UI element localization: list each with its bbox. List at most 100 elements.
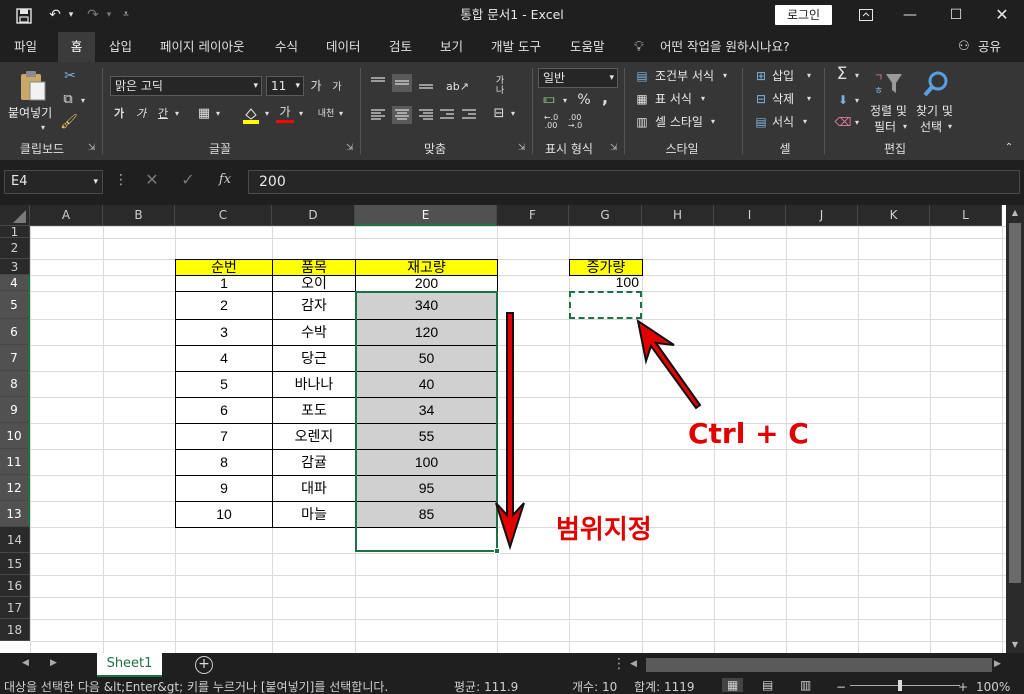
table-cell[interactable]: 100: [355, 449, 498, 476]
column-header-e[interactable]: E: [355, 205, 497, 226]
chevron-down-icon[interactable]: ▾: [253, 77, 258, 95]
cell-styles-dropdown-icon[interactable]: ▾: [708, 114, 718, 130]
table-cell[interactable]: 감귤: [272, 449, 356, 476]
normal-view-icon[interactable]: ▦: [722, 678, 744, 692]
collapse-ribbon-icon[interactable]: ⌃: [1002, 140, 1016, 156]
vertical-scrollbar[interactable]: ▲ ▼: [1006, 205, 1024, 653]
increase-decimal-button[interactable]: ←.0 .00: [540, 114, 562, 130]
column-header-b[interactable]: B: [103, 205, 175, 226]
table-cell[interactable]: 4: [175, 345, 273, 372]
ribbon-display-options-icon[interactable]: [852, 0, 880, 32]
page-layout-view-icon[interactable]: ▤: [762, 678, 773, 692]
insert-dropdown-icon[interactable]: ▾: [804, 68, 814, 84]
delete-dropdown-icon[interactable]: ▾: [804, 91, 814, 107]
undo-dropdown-icon[interactable]: ▾: [64, 0, 78, 30]
autosum-icon[interactable]: Σ: [832, 66, 852, 83]
conditional-formatting-dropdown-icon[interactable]: ▾: [720, 68, 730, 84]
row-header-11[interactable]: 11: [0, 449, 30, 475]
table-cell[interactable]: 40: [355, 371, 498, 398]
font-color-button[interactable]: 가: [276, 104, 294, 123]
zoom-slider[interactable]: [850, 685, 960, 686]
customize-qat-icon[interactable]: ⩡: [118, 0, 134, 30]
format-dropdown-icon[interactable]: ▾: [800, 114, 810, 130]
row-header-7[interactable]: 7: [0, 345, 30, 371]
row-header-17[interactable]: 17: [0, 597, 30, 619]
copy-icon[interactable]: ⧉: [60, 92, 76, 108]
conditional-formatting-button[interactable]: 조건부 서식: [655, 67, 714, 85]
row-header-8[interactable]: 8: [0, 371, 30, 397]
column-header-j[interactable]: J: [786, 205, 858, 226]
chevron-down-icon[interactable]: ▾: [295, 77, 300, 95]
tab-help[interactable]: 도움말: [570, 32, 605, 62]
borders-dropdown-icon[interactable]: ▾: [213, 106, 223, 122]
zoom-out-icon[interactable]: −: [836, 680, 846, 694]
row-header-2[interactable]: 2: [0, 238, 30, 259]
close-icon[interactable]: ✕: [988, 0, 1016, 30]
decrease-decimal-button[interactable]: .00 →.0: [564, 114, 586, 130]
fill-color-dropdown-icon[interactable]: ▾: [262, 106, 272, 122]
underline-dropdown-icon[interactable]: ▾: [172, 106, 182, 122]
number-format-combo[interactable]: 일반 ▾: [538, 68, 618, 88]
row-header-13[interactable]: 13: [0, 501, 30, 527]
format-as-table-button[interactable]: 표 서식: [655, 90, 692, 108]
table-cell[interactable]: 1: [175, 275, 273, 292]
currency-icon[interactable]: 💵︎: [540, 92, 558, 108]
table-cell[interactable]: 85: [355, 501, 498, 528]
table-cell[interactable]: 당근: [272, 345, 356, 372]
fill-dropdown-icon[interactable]: ▾: [852, 93, 862, 109]
alignment-launcher-icon[interactable]: ⇲: [518, 143, 526, 153]
page-break-view-icon[interactable]: ▥: [800, 678, 811, 692]
row-header-15[interactable]: 15: [0, 553, 30, 575]
table-cell[interactable]: 200: [355, 275, 498, 292]
delete-cells-button[interactable]: 삭제: [772, 90, 794, 108]
maximize-icon[interactable]: ☐: [942, 0, 970, 30]
row-header-1[interactable]: 1: [0, 226, 30, 238]
fill-icon[interactable]: ⬇: [834, 92, 852, 108]
font-launcher-icon[interactable]: ⇲: [346, 143, 354, 153]
table-header-cell[interactable]: 재고량: [355, 259, 498, 276]
share-button[interactable]: 공유: [978, 32, 1001, 62]
table-cell[interactable]: 오렌지: [272, 423, 356, 450]
autosum-dropdown-icon[interactable]: ▾: [852, 68, 862, 84]
chevron-down-icon[interactable]: ▾: [93, 171, 98, 193]
delete-cells-icon[interactable]: ⊟: [752, 91, 770, 107]
column-header-g[interactable]: G: [569, 205, 642, 226]
column-header-i[interactable]: I: [714, 205, 786, 226]
hscroll-left-icon[interactable]: ◀: [630, 659, 637, 669]
scroll-thumb[interactable]: [1009, 223, 1021, 583]
add-sheet-button[interactable]: +: [195, 656, 213, 674]
borders-icon[interactable]: ▦: [196, 106, 212, 122]
table-cell[interactable]: 6: [175, 397, 273, 424]
minimize-icon[interactable]: —: [896, 0, 924, 30]
row-header-18[interactable]: 18: [0, 619, 30, 641]
format-as-table-icon[interactable]: ▦: [634, 91, 650, 107]
sort-filter-icon[interactable]: ㄱㅎ: [872, 70, 906, 98]
row-header-5[interactable]: 5: [0, 291, 30, 319]
row-header-14[interactable]: 14: [0, 527, 30, 553]
table-header-cell[interactable]: 품목: [272, 259, 356, 276]
table-cell[interactable]: 마늘: [272, 501, 356, 528]
format-as-table-dropdown-icon[interactable]: ▾: [698, 91, 708, 107]
table-cell[interactable]: 95: [355, 475, 498, 502]
column-header-h[interactable]: H: [642, 205, 714, 226]
redo-icon[interactable]: ↷: [82, 0, 104, 30]
name-box[interactable]: E4 ▾: [4, 170, 103, 194]
table-cell[interactable]: 55: [355, 423, 498, 450]
tab-home[interactable]: 홈: [58, 32, 95, 62]
conditional-formatting-icon[interactable]: ▤: [634, 68, 650, 84]
sheet-scroll-right-icon[interactable]: ▶: [50, 658, 57, 668]
insert-cells-button[interactable]: 삽입: [772, 67, 794, 85]
zoom-level[interactable]: 100%: [976, 680, 1010, 694]
insert-function-icon[interactable]: fx: [214, 172, 236, 187]
table-cell[interactable]: 120: [355, 319, 498, 346]
table-cell[interactable]: 오이: [272, 275, 356, 292]
redo-dropdown-icon[interactable]: ▾: [102, 0, 116, 30]
tab-review[interactable]: 검토: [389, 32, 412, 62]
scroll-down-icon[interactable]: ▼: [1006, 637, 1024, 653]
column-header-k[interactable]: K: [858, 205, 930, 226]
insert-cells-icon[interactable]: ⊞: [752, 68, 770, 84]
cell-styles-button[interactable]: 셀 스타일: [655, 113, 703, 131]
phonetic-dropdown-icon[interactable]: ▾: [336, 106, 346, 122]
fill-color-icon[interactable]: [242, 106, 260, 124]
merge-center-icon[interactable]: ⊟: [490, 106, 508, 122]
